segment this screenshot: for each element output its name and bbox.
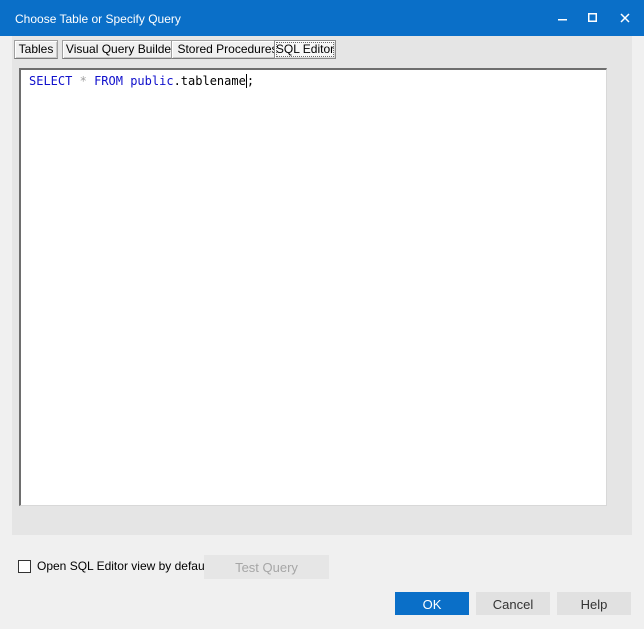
sql-star: * — [79, 74, 87, 88]
sql-keyword-select: SELECT — [29, 74, 73, 88]
sql-dot: . — [173, 74, 181, 88]
sql-semicolon: ; — [246, 74, 255, 88]
tab-tables[interactable]: Tables — [14, 40, 58, 59]
maximize-icon — [588, 13, 597, 22]
window-title: Choose Table or Specify Query — [15, 12, 181, 26]
tab-stored-procedures[interactable]: Stored Procedures — [171, 40, 284, 59]
open-sql-editor-default-label: Open SQL Editor view by default — [37, 559, 211, 573]
sql-keyword-from: FROM — [94, 74, 123, 88]
tab-sql-editor[interactable]: SQL Editor — [274, 40, 336, 59]
minimize-icon — [558, 19, 567, 21]
sql-editor[interactable]: SELECT * FROM public.tablename; — [19, 68, 607, 506]
sql-code-line: SELECT * FROM public.tablename; — [29, 73, 254, 89]
maximize-button[interactable] — [576, 0, 610, 36]
open-sql-editor-default-option[interactable]: Open SQL Editor view by default — [18, 559, 211, 573]
tab-visual-query-builder[interactable]: Visual Query Builder — [62, 40, 179, 59]
close-button[interactable] — [608, 0, 642, 36]
sql-schema-name: public — [130, 74, 174, 88]
title-bar: Choose Table or Specify Query — [0, 0, 644, 36]
dialog-content: Tables Visual Query Builder Stored Proce… — [12, 36, 632, 535]
minimize-button[interactable] — [546, 0, 580, 36]
test-query-button[interactable]: Test Query — [204, 555, 329, 579]
ok-button[interactable]: OK — [395, 592, 469, 615]
cancel-button[interactable]: Cancel — [476, 592, 550, 615]
close-icon — [620, 13, 630, 23]
sql-table-name: tablename — [180, 74, 246, 88]
open-sql-editor-default-checkbox[interactable] — [18, 559, 31, 573]
help-button[interactable]: Help — [557, 592, 631, 615]
